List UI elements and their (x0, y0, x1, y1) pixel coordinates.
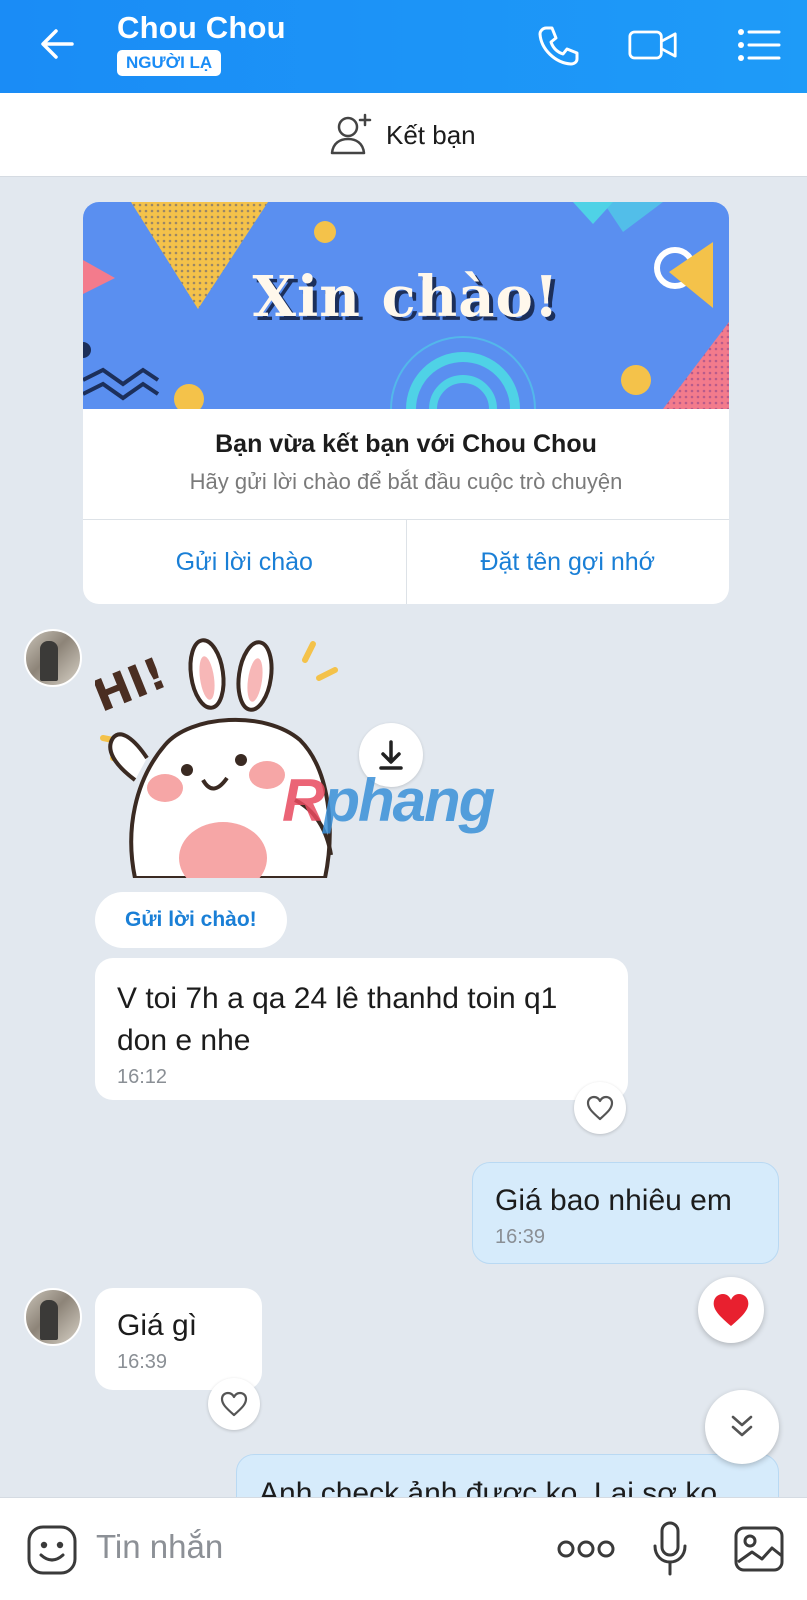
more-options-icon[interactable] (556, 1536, 616, 1562)
heart-filled-icon (713, 1294, 749, 1326)
chat-header: Chou Chou NGƯỜI LẠ (0, 0, 807, 93)
heart-outline-icon (220, 1391, 248, 1417)
scroll-to-bottom-button[interactable] (705, 1390, 779, 1464)
message-bubble-incoming[interactable]: Giá gì 16:39 (95, 1288, 262, 1390)
message-time: 16:39 (495, 1226, 546, 1248)
add-friend-bar[interactable]: Kết bạn (0, 93, 807, 177)
set-nickname-button[interactable]: Đặt tên gợi nhớ (405, 520, 730, 604)
message-time: 16:12 (117, 1066, 168, 1088)
banner-greeting-text: Xin chào! (252, 264, 560, 330)
message-time: 16:39 (117, 1351, 168, 1373)
message-text: Giá bao nhiêu em (495, 1184, 732, 1217)
add-friend-label: Kết bạn (386, 120, 476, 150)
emoji-sticker-icon[interactable] (26, 1524, 78, 1576)
message-bubble-outgoing[interactable]: Giá bao nhiêu em 16:39 (472, 1162, 779, 1264)
contact-name[interactable]: Chou Chou (117, 10, 286, 46)
welcome-banner: Xin chào! (83, 202, 729, 409)
back-arrow-icon[interactable] (36, 22, 80, 66)
message-input[interactable]: Tin nhắn (96, 1528, 223, 1566)
contact-avatar[interactable] (24, 1288, 82, 1346)
sticker-hi-text: HI! (95, 648, 174, 723)
bunny-hi-sticker: HI! (95, 638, 338, 878)
message-text: Giá gì (117, 1309, 198, 1342)
stranger-badge: NGƯỜI LẠ (117, 50, 222, 76)
video-call-icon[interactable] (628, 20, 678, 70)
add-friend-icon (330, 113, 372, 155)
menu-list-icon[interactable] (735, 20, 785, 70)
message-text: V toi 7h a qa 24 lê thanhd toin q1 (117, 982, 558, 1015)
heart-outline-icon (586, 1095, 614, 1121)
phone-icon[interactable] (533, 20, 583, 70)
message-bubble-incoming[interactable]: V toi 7h a qa 24 lê thanhd toin q1 don e… (95, 958, 628, 1100)
friend-welcome-card: Xin chào! Bạn vừa kết bạn với Chou Chou … (83, 202, 729, 604)
microphone-icon[interactable] (650, 1520, 690, 1578)
quick-greeting-chip[interactable]: Gửi lời chào! (95, 892, 287, 948)
image-gallery-icon[interactable] (732, 1522, 786, 1576)
react-heart-button[interactable] (574, 1082, 626, 1134)
contact-avatar[interactable] (24, 629, 82, 687)
react-heart-filled-button[interactable] (698, 1277, 764, 1343)
send-greeting-button[interactable]: Gửi lời chào (83, 520, 406, 604)
watermark-logo: Rphang (282, 767, 495, 834)
double-chevron-down-icon (731, 1415, 753, 1437)
message-text: don e nhe (117, 1024, 251, 1057)
card-subtitle: Hãy gửi lời chào để bắt đầu cuộc trò chu… (189, 469, 623, 494)
card-actions: Gửi lời chào Đặt tên gợi nhớ (83, 519, 729, 604)
card-title: Bạn vừa kết bạn với Chou Chou (215, 430, 597, 458)
message-composer: Tin nhắn (0, 1497, 807, 1600)
react-heart-button[interactable] (208, 1378, 260, 1430)
